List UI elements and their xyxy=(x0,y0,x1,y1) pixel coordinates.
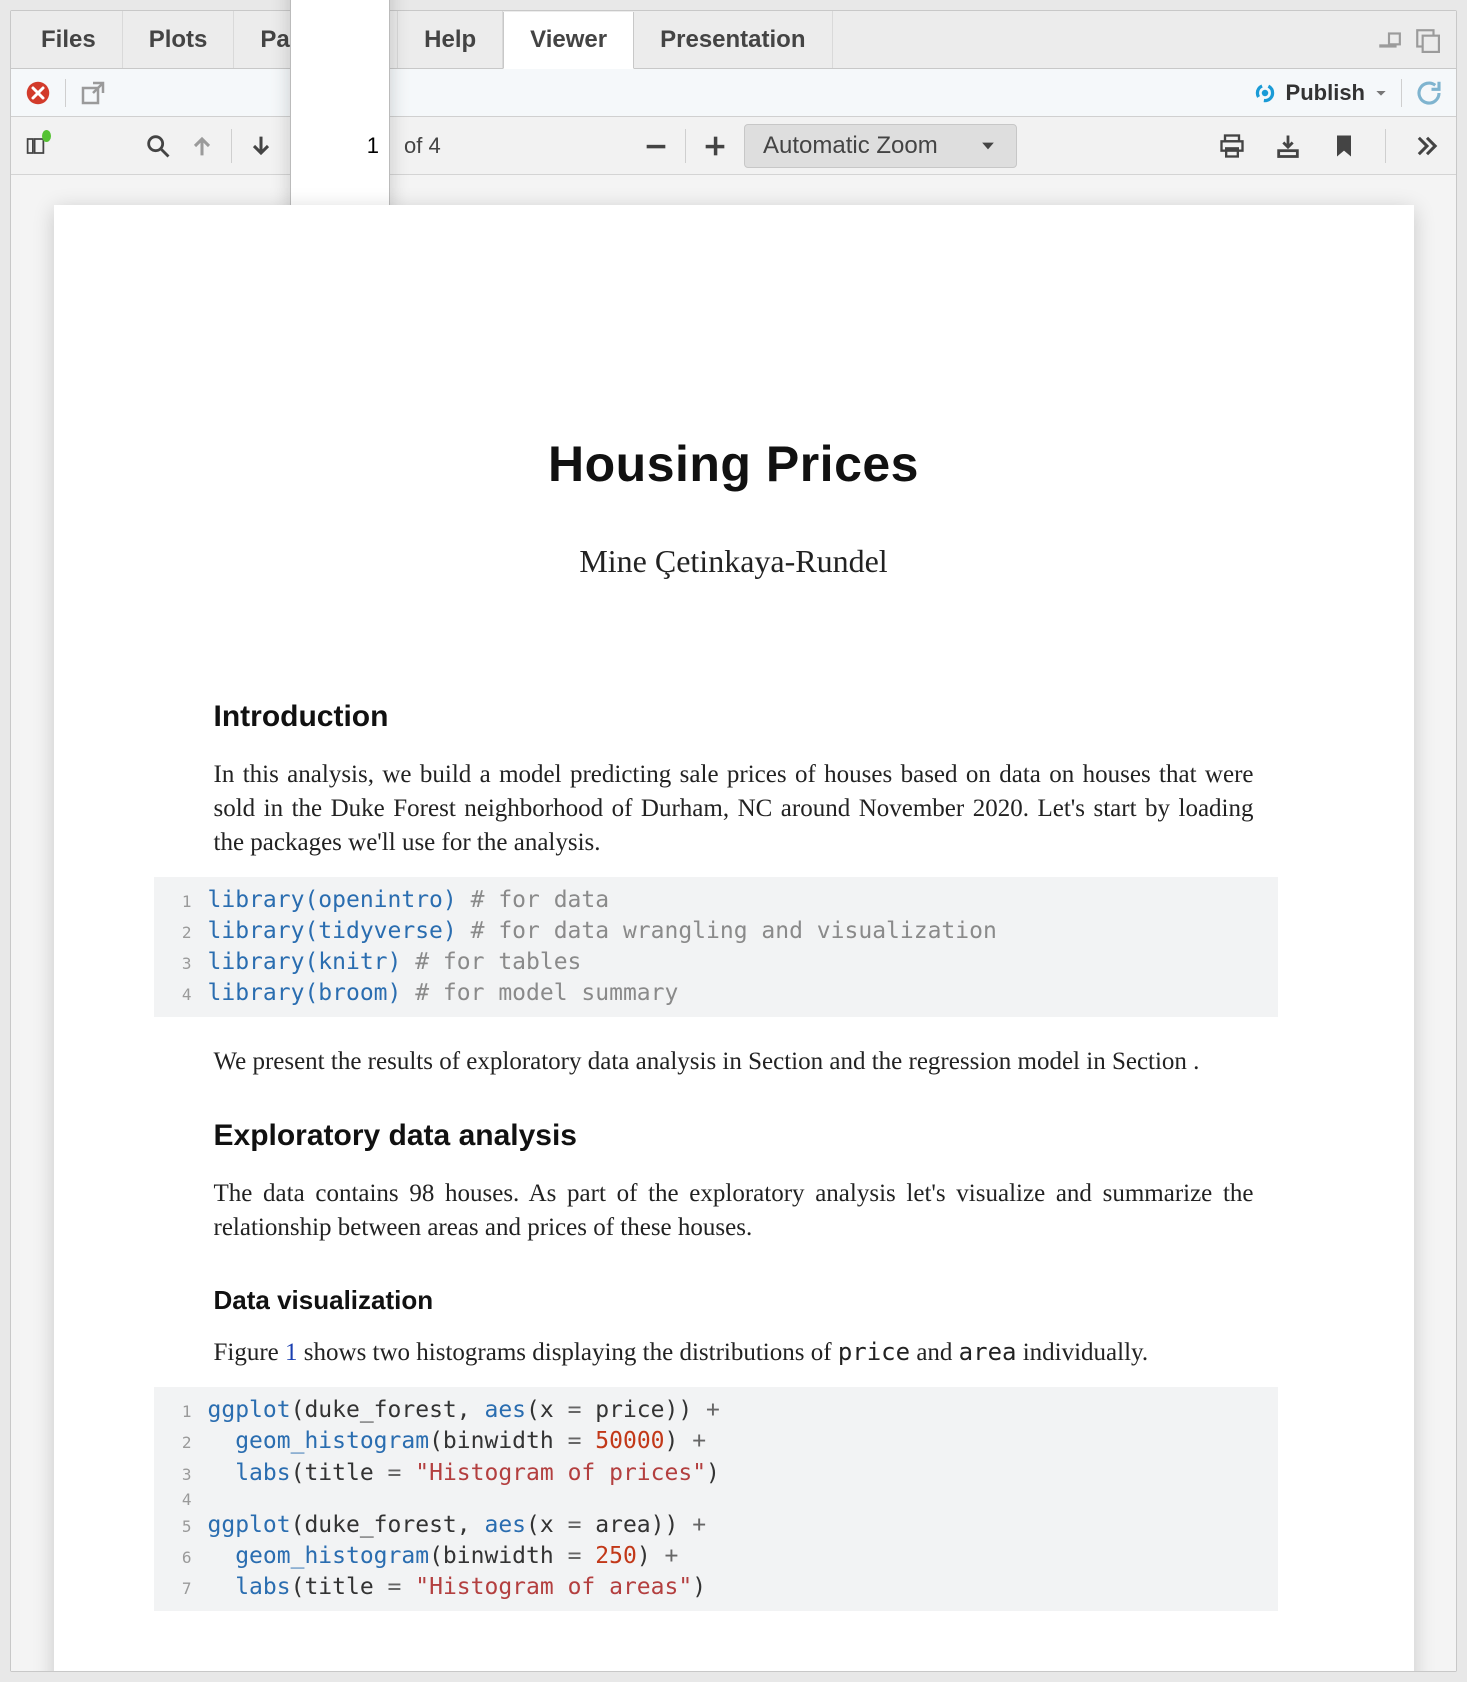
clear-viewer-icon[interactable] xyxy=(23,78,53,108)
maximize-pane-icon[interactable] xyxy=(1412,25,1442,55)
zoom-in-icon[interactable] xyxy=(700,131,730,161)
refresh-viewer-icon[interactable] xyxy=(1414,78,1444,108)
tab-help[interactable]: Help xyxy=(398,11,503,68)
doc-title: Housing Prices xyxy=(214,435,1254,493)
page-total-label: of 4 xyxy=(404,133,441,159)
tools-overflow-icon[interactable] xyxy=(1412,131,1442,161)
divider xyxy=(231,129,232,163)
zoom-select[interactable]: Automatic Zoom xyxy=(744,124,1017,168)
mid-paragraph: We present the results of exploratory da… xyxy=(214,1045,1254,1079)
divider xyxy=(685,129,686,163)
toggle-sidebar-icon[interactable] xyxy=(25,131,55,161)
divider xyxy=(1385,129,1386,163)
find-icon[interactable] xyxy=(143,131,173,161)
bookmark-icon[interactable] xyxy=(1329,131,1359,161)
zoom-out-icon[interactable] xyxy=(641,131,671,161)
eda-paragraph: The data contains 98 houses. As part of … xyxy=(214,1177,1254,1245)
sidebar-notification-dot xyxy=(42,130,51,142)
section-eda-heading: Exploratory data analysis xyxy=(214,1119,1254,1153)
subsection-dataviz-heading: Data visualization xyxy=(214,1285,1254,1316)
divider xyxy=(65,79,66,107)
minimize-pane-icon[interactable] xyxy=(1374,25,1404,55)
divider xyxy=(1401,79,1402,107)
intro-paragraph: In this analysis, we build a model predi… xyxy=(214,758,1254,859)
dataviz-paragraph: Figure 1 shows two histograms displaying… xyxy=(214,1336,1254,1370)
code-block-ggplot: 1ggplot(duke_forest, aes(x = price)) +2 … xyxy=(154,1387,1278,1611)
section-intro-heading: Introduction xyxy=(214,700,1254,734)
popout-viewer-icon[interactable] xyxy=(78,78,108,108)
doc-author: Mine Çetinkaya-Rundel xyxy=(214,543,1254,580)
tab-files[interactable]: Files xyxy=(15,11,123,68)
tab-plots[interactable]: Plots xyxy=(123,11,235,68)
zoom-select-label: Automatic Zoom xyxy=(763,132,938,160)
print-icon[interactable] xyxy=(1217,131,1247,161)
publish-button[interactable]: Publish xyxy=(1252,80,1389,106)
publish-label: Publish xyxy=(1286,80,1365,106)
viewer-toolbar: Publish xyxy=(11,69,1456,117)
code-block-libraries: 1library(openintro) # for data2library(t… xyxy=(154,877,1278,1017)
next-page-icon[interactable] xyxy=(246,131,276,161)
pdf-page: Housing Prices Mine Çetinkaya-Rundel Int… xyxy=(54,205,1414,1671)
tab-presentation[interactable]: Presentation xyxy=(634,11,832,68)
pdf-toolbar: of 4 Automatic Zoom xyxy=(11,117,1456,175)
prev-page-icon[interactable] xyxy=(187,131,217,161)
pdf-viewport[interactable]: Housing Prices Mine Çetinkaya-Rundel Int… xyxy=(11,175,1456,1671)
tab-viewer[interactable]: Viewer xyxy=(503,12,634,69)
panel-tabs: Files Plots Packages Help Viewer Present… xyxy=(11,11,1456,69)
download-icon[interactable] xyxy=(1273,131,1303,161)
figure-ref-link[interactable]: 1 xyxy=(285,1339,298,1366)
